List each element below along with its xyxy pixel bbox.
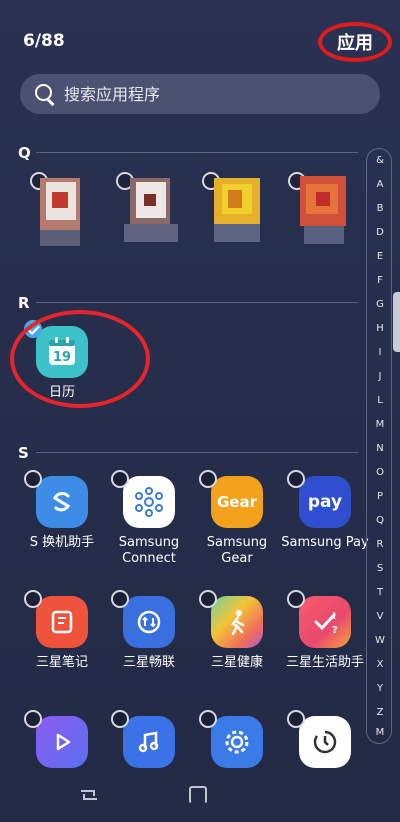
search-icon (34, 83, 56, 105)
search-input[interactable] (64, 84, 364, 104)
top-bar: 6/88 应用 (0, 0, 400, 80)
select-circle[interactable] (24, 470, 42, 488)
select-circle[interactable] (199, 590, 217, 608)
selection-counter: 6/88 (23, 31, 65, 51)
obscured-app-icon (294, 172, 360, 252)
app-samsung-connect[interactable]: Samsung Connect (104, 470, 194, 567)
smart-switch-icon (36, 476, 88, 528)
search-bar[interactable] (20, 74, 380, 114)
select-circle[interactable] (199, 470, 217, 488)
app-samsung-notes[interactable]: 三星笔记 (17, 590, 107, 671)
app-clock[interactable] (280, 710, 370, 768)
select-circle[interactable] (111, 710, 129, 728)
index-letter[interactable]: T (367, 587, 393, 599)
index-letter[interactable]: D (367, 227, 393, 239)
settings-icon (211, 716, 263, 768)
samsung-connect-icon (123, 476, 175, 528)
samsung-life-assistant-icon: !? (299, 596, 351, 648)
section-header-s: S (18, 444, 29, 462)
index-letter[interactable]: F (367, 275, 393, 287)
svg-text:?: ? (332, 625, 338, 636)
app-smart-switch[interactable]: S 换机助手 (17, 470, 107, 551)
app-samsung-flow[interactable]: 三星畅联 (104, 590, 194, 671)
navigation-bar (0, 776, 400, 822)
samsung-flow-icon (123, 596, 175, 648)
samsung-gear-icon: Gear (211, 476, 263, 528)
app-music[interactable] (104, 710, 194, 768)
index-letter[interactable]: I (367, 347, 393, 359)
index-letter[interactable]: Z (367, 707, 393, 719)
app-label: 三星畅联 (122, 655, 175, 670)
index-letter[interactable]: R (367, 539, 393, 551)
index-letter[interactable]: P (367, 491, 393, 503)
index-letter[interactable]: S (367, 563, 393, 575)
obscured-app-icon (30, 172, 96, 252)
index-letter[interactable]: B (367, 203, 393, 215)
app-q-4[interactable] (282, 172, 372, 252)
index-letter[interactable]: & (367, 155, 393, 167)
app-label: 三星生活助手 (285, 655, 364, 670)
alphabet-index-bar[interactable]: & A B D E F G H I J L M N O P Q R S T V … (366, 148, 392, 744)
svg-text:!: ! (332, 611, 337, 622)
app-q-2[interactable] (106, 172, 196, 252)
app-label: S 换机助手 (29, 535, 95, 550)
index-letter[interactable]: O (367, 467, 393, 479)
obscured-app-icon (120, 172, 186, 252)
music-icon (123, 716, 175, 768)
index-letter[interactable]: J (367, 371, 393, 383)
app-samsung-gear[interactable]: Gear Samsung Gear (192, 470, 282, 567)
select-circle[interactable] (24, 710, 42, 728)
select-circle[interactable] (24, 590, 42, 608)
samsung-notes-icon (36, 596, 88, 648)
index-letter[interactable]: V (367, 611, 393, 623)
select-circle[interactable] (287, 470, 305, 488)
index-letter[interactable]: G (367, 299, 393, 311)
index-letter[interactable]: L (367, 395, 393, 407)
section-divider (36, 452, 358, 453)
app-samsung-life-assistant[interactable]: !? 三星生活助手 (280, 590, 370, 671)
recent-apps-icon[interactable] (79, 786, 99, 802)
highlight-ring (10, 310, 150, 408)
index-letter[interactable]: W (367, 635, 393, 647)
home-square-icon[interactable] (189, 786, 207, 804)
app-samsung-pay[interactable]: pay Samsung Pay (280, 470, 370, 551)
select-circle[interactable] (287, 590, 305, 608)
section-divider (36, 152, 358, 153)
section-header-r: R (18, 294, 30, 312)
index-letter[interactable]: Q (367, 515, 393, 527)
samsung-pay-icon: pay (299, 476, 351, 528)
index-letter[interactable]: M (367, 419, 393, 431)
section-divider (36, 302, 358, 303)
app-q-1[interactable] (16, 172, 106, 252)
app-label: Samsung Pay (281, 535, 369, 550)
app-label: Samsung Connect (118, 535, 180, 566)
app-settings[interactable] (192, 710, 282, 768)
samsung-health-icon (211, 596, 263, 648)
clock-icon (299, 716, 351, 768)
app-video-player[interactable] (17, 710, 107, 768)
select-circle[interactable] (111, 590, 129, 608)
app-label: 三星健康 (210, 655, 263, 670)
index-letter[interactable]: M (367, 727, 393, 739)
app-q-3[interactable] (196, 172, 286, 252)
app-label: Samsung Gear (206, 535, 268, 566)
edge-panel-handle[interactable] (393, 292, 400, 352)
index-letter[interactable]: Y (367, 683, 393, 695)
select-circle[interactable] (199, 710, 217, 728)
video-player-icon (36, 716, 88, 768)
section-header-q: Q (18, 144, 31, 162)
obscured-app-icon (208, 172, 274, 252)
apps-button-label: 应用 (337, 33, 373, 54)
index-letter[interactable]: E (367, 251, 393, 263)
index-letter[interactable]: A (367, 179, 393, 191)
select-circle[interactable] (287, 710, 305, 728)
index-letter[interactable]: H (367, 323, 393, 335)
select-circle[interactable] (111, 470, 129, 488)
app-samsung-health[interactable]: 三星健康 (192, 590, 282, 671)
app-label: 三星笔记 (35, 655, 88, 670)
index-letter[interactable]: X (367, 659, 393, 671)
index-letter[interactable]: N (367, 443, 393, 455)
apps-button[interactable]: 应用 (318, 22, 392, 62)
